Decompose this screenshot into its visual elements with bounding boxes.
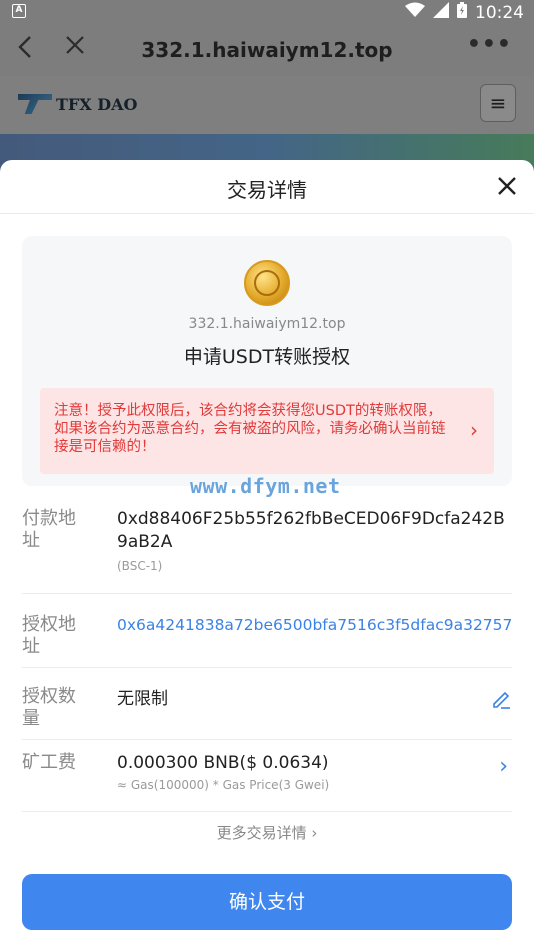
miner-fee-row[interactable]: 矿工费 0.000300 BNB($ 0.0634) ≈ Gas(100000)… [22,740,512,812]
payer-label: 付款地址 [22,508,76,551]
request-card: 332.1.haiwaiym12.top 申请USDT转账授权 注意！授予此权限… [22,236,512,486]
battery-icon [457,2,467,23]
status-icons: 10:24 [405,2,524,23]
sheet-title: 交易详情 [227,178,307,202]
sheet-header: 交易详情 [0,160,534,214]
confirm-payment-button[interactable]: 确认支付 [22,874,512,930]
spender-address-link[interactable]: 0x6a4241838a72be6500bfa7516c3f5dfac9a327… [117,614,512,637]
tfx-dao-logo: TFX DAO [18,94,137,114]
spender-address-row: 授权地址 0x6a4241838a72be6500bfa7516c3f5dfac… [22,604,512,668]
chevron-right-icon: › [499,754,508,779]
status-bar: A 10:24 [0,0,534,24]
edit-icon[interactable] [490,688,512,714]
transaction-sheet: 交易详情 332.1.haiwaiym12.top 申请USDT转账授权 注意！… [0,160,534,944]
logo-mark-icon [18,94,52,114]
fee-value: 0.000300 BNB($ 0.0634) [117,753,329,773]
signal-icon [433,2,449,23]
payer-network: (BSC-1) [117,559,163,573]
dapp-coin-icon [244,260,290,306]
browser-toolbar: 332.1.haiwaiym12.top ••• [0,24,534,76]
watermark-text: www.dfym.net [190,474,341,498]
warning-text: 注意！授予此权限后，该合约将会获得您USDT的转账权限，如果该合约为恶意合约，会… [54,403,446,455]
chevron-right-icon: › [470,418,478,442]
logo-text: TFX DAO [56,94,138,114]
page-url-title: 332.1.haiwaiym12.top [141,38,393,62]
more-details-link[interactable]: 更多交易详情 › [0,822,534,843]
approval-amount-row: 授权数量 无限制 [22,676,512,740]
payer-address-row: 付款地址 0xd88406F25b55f262fbBeCED06F9Dcfa24… [22,506,512,594]
request-title: 申请USDT转账授权 [183,346,351,368]
amount-value: 无限制 [117,689,168,709]
wifi-icon [405,2,425,23]
close-icon[interactable] [496,170,518,207]
notification-app-icon: A [12,4,26,18]
fee-label: 矿工费 [22,752,76,773]
amount-label: 授权数量 [22,686,76,729]
hamburger-menu-button[interactable]: ≡ [480,84,516,122]
request-site: 332.1.haiwaiym12.top [188,316,346,332]
warning-banner[interactable]: 注意！授予此权限后，该合约将会获得您USDT的转账权限，如果该合约为恶意合约，会… [40,388,494,474]
spender-label: 授权地址 [22,614,76,657]
more-options-icon[interactable]: ••• [467,32,512,57]
status-time: 10:24 [475,2,524,23]
fee-gas-detail: ≈ Gas(100000) * Gas Price(3 Gwei) [117,778,330,792]
payer-address: 0xd88406F25b55f262fbBeCED06F9Dcfa242B9aB… [117,509,505,552]
